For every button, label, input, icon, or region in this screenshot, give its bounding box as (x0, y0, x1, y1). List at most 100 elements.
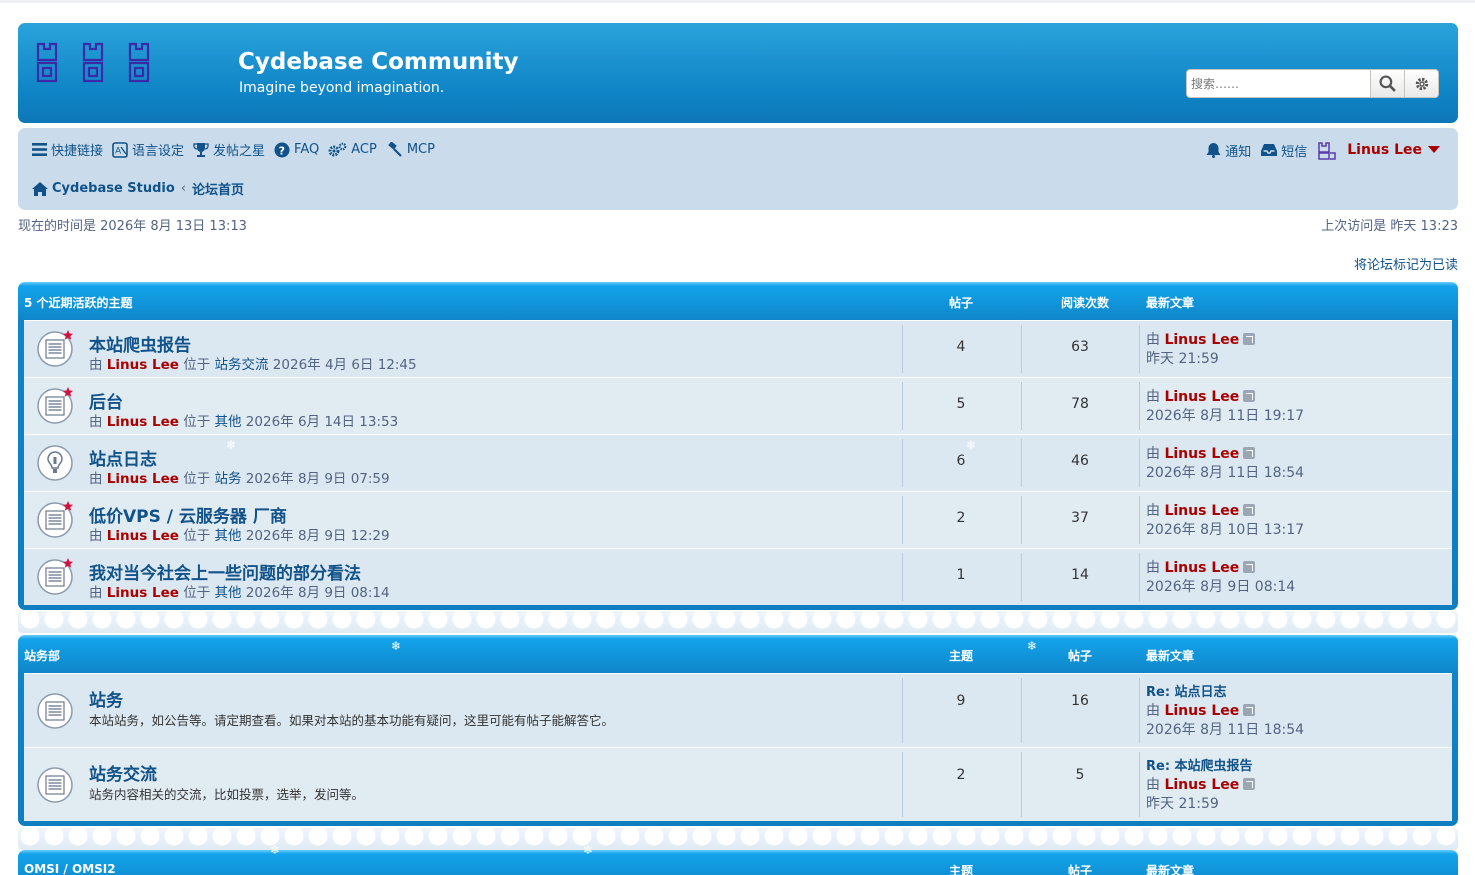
snowflake-decoration: ❄ (1027, 639, 1038, 653)
snow-divider (18, 828, 1458, 850)
by-label: 由 (1146, 777, 1160, 793)
topic-posts-count: 1 (956, 567, 966, 583)
by-label: 由 (89, 414, 103, 430)
topic-forum-link[interactable]: 其他 (215, 528, 242, 544)
view-latest-post-icon[interactable] (1243, 447, 1256, 459)
last-post-author[interactable]: Linus Lee (1164, 446, 1239, 462)
last-post-subject[interactable]: Re: 本站爬虫报告 (1146, 759, 1253, 774)
last-post-time: 2026年 8月 9日 08:14 (1146, 579, 1296, 595)
snowflake-decoration: ❄ (226, 438, 237, 452)
topic-row: 后台由 Linus Lee 位于 其他 2026年 6月 14日 13:53 5 7… (24, 377, 1452, 434)
topic-unread-icon (36, 558, 74, 596)
last-post-time: 2026年 8月 11日 18:54 (1146, 722, 1305, 738)
topic-forum-link[interactable]: 其他 (215, 414, 242, 430)
category-site-title[interactable]: 站务部 (24, 647, 60, 664)
topic-meta: 由 Linus Lee 位于 站务交流 2026年 4月 6日 12:45 (89, 353, 417, 373)
view-latest-post-icon[interactable] (1243, 561, 1256, 573)
acp-label: ACP (351, 142, 377, 157)
notifications-link[interactable]: 通知 (1206, 141, 1251, 160)
cell-divider (1139, 325, 1140, 373)
acp-link[interactable]: ACP (328, 142, 377, 158)
by-label: 由 (1146, 389, 1160, 405)
language-link[interactable]: A 语言设定 (112, 140, 184, 159)
topic-author[interactable]: Linus Lee (107, 585, 179, 601)
advanced-search-button[interactable] (1404, 70, 1438, 97)
last-post-subject[interactable]: Re: 站点日志 (1146, 685, 1227, 700)
site-logo[interactable] (34, 41, 164, 86)
view-latest-post-icon[interactable] (1243, 504, 1256, 516)
topic-meta: 由 Linus Lee 位于 站务 2026年 8月 9日 07:59 (89, 467, 390, 487)
topic-date: 2026年 8月 9日 07:59 (245, 471, 390, 487)
last-post-author[interactable]: Linus Lee (1164, 332, 1239, 348)
forum-title[interactable]: 站务交流 (89, 760, 157, 785)
mcp-link[interactable]: MCP (386, 141, 435, 158)
topic-date: 2026年 4月 6日 12:45 (272, 357, 417, 373)
breadcrumb-index[interactable]: 论坛首页 (192, 179, 244, 198)
col-topics: 主题 (949, 864, 974, 875)
last-post: Re: 本站爬虫报告由 Linus Lee 昨天 21:59 (1146, 757, 1256, 814)
category-omsi-title[interactable]: OMSI / OMSI2 (24, 862, 116, 875)
mark-forums-read-link[interactable]: 将论坛标记为已读 (1354, 254, 1458, 273)
last-post-author[interactable]: Linus Lee (1164, 703, 1239, 719)
last-post-author[interactable]: Linus Lee (1164, 560, 1239, 576)
topic-forum-link[interactable]: 其他 (215, 585, 242, 601)
view-latest-post-icon[interactable] (1243, 778, 1256, 790)
language-label: 语言设定 (132, 144, 185, 159)
topic-meta: 由 Linus Lee 位于 其他 2026年 8月 9日 12:29 (89, 524, 390, 544)
topic-unread-icon (36, 387, 74, 425)
language-icon: A (112, 141, 128, 158)
mcp-label: MCP (406, 142, 435, 157)
by-label: 由 (1146, 560, 1160, 576)
topic-meta: 由 Linus Lee 位于 其他 2026年 8月 9日 08:14 (89, 581, 390, 601)
snowflake-decoration: ❄ (966, 438, 977, 452)
last-post: 由 Linus Lee 2026年 8月 11日 19:17 (1146, 388, 1304, 426)
last-post-author[interactable]: Linus Lee (1164, 389, 1239, 405)
by-label: 由 (89, 585, 103, 601)
last-post-author[interactable]: Linus Lee (1164, 777, 1239, 793)
last-post-author[interactable]: Linus Lee (1164, 503, 1239, 519)
search-box (1186, 69, 1439, 98)
by-label: 由 (89, 357, 103, 373)
topic-views-count: 37 (1071, 510, 1089, 526)
topic-author[interactable]: Linus Lee (107, 414, 179, 430)
quick-links-menu[interactable]: 快捷链接 (32, 140, 103, 159)
trophy-icon (193, 142, 209, 157)
cell-divider (1139, 382, 1140, 430)
site-description: Imagine beyond imagination. (239, 80, 445, 96)
topic-forum-link[interactable]: 站务 (215, 471, 242, 487)
topic-author[interactable]: Linus Lee (107, 471, 179, 487)
topic-meta: 由 Linus Lee 位于 其他 2026年 6月 14日 13:53 (89, 410, 398, 430)
last-post-time: 2026年 8月 10日 13:17 (1146, 522, 1305, 538)
cell-divider (1139, 678, 1140, 743)
faq-link[interactable]: ? FAQ (274, 142, 319, 158)
topic-views-count: 63 (1071, 339, 1089, 355)
topic-author[interactable]: Linus Lee (107, 528, 179, 544)
last-post: 由 Linus Lee 昨天 21:59 (1146, 331, 1256, 369)
view-latest-post-icon[interactable] (1243, 390, 1256, 402)
topic-date: 2026年 6月 14日 13:53 (245, 414, 399, 430)
col-posts: 帖子 (1068, 864, 1093, 875)
snowflake-decoration: ❄ (270, 843, 281, 857)
forum-title[interactable]: 站务 (89, 686, 123, 711)
topic-forum-link[interactable]: 站务交流 (215, 357, 269, 373)
forum-topics-count: 2 (956, 767, 966, 783)
inbox-icon (1261, 144, 1278, 156)
search-input[interactable] (1187, 70, 1370, 97)
avatar (1318, 142, 1336, 160)
topic-author[interactable]: Linus Lee (107, 357, 179, 373)
last-post-time: 2026年 8月 11日 18:54 (1146, 465, 1305, 481)
search-button[interactable] (1370, 70, 1404, 97)
top-posters-link[interactable]: 发帖之星 (193, 140, 265, 159)
site-title[interactable]: Cydebase Community (238, 49, 518, 75)
view-latest-post-icon[interactable] (1243, 704, 1256, 716)
page: Cydebase Community Imagine beyond imagin… (0, 0, 1475, 875)
private-messages-link[interactable]: 短信 (1261, 141, 1307, 160)
breadcrumb-home[interactable]: Cydebase Studio (52, 181, 175, 196)
cell-divider (1021, 752, 1022, 817)
user-menu[interactable]: Linus Lee (1317, 140, 1444, 160)
last-post: 由 Linus Lee 2026年 8月 10日 13:17 (1146, 502, 1304, 540)
topic-row: 站点日志由 Linus Lee 位于 站务 2026年 8月 9日 07:59 6… (24, 434, 1452, 491)
bell-icon (1206, 143, 1221, 158)
topic-row: 本站爬虫报告由 Linus Lee 位于 站务交流 2026年 4月 6日 12… (24, 320, 1452, 377)
view-latest-post-icon[interactable] (1243, 333, 1256, 345)
